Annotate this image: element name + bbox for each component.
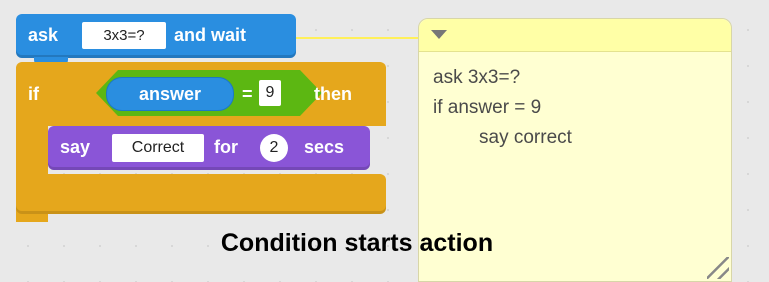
- note-line-3: say correct: [479, 127, 572, 148]
- say-message-text: Correct: [131, 139, 185, 156]
- caption-text: Condition starts action: [220, 229, 494, 257]
- compare-value-text: 9: [265, 84, 275, 101]
- for-label: for: [214, 137, 238, 157]
- and-wait-label: and wait: [174, 25, 247, 45]
- secs-label: secs: [304, 137, 345, 157]
- ask-question-text: 3x3=?: [103, 27, 145, 44]
- ask-label: ask: [28, 25, 59, 45]
- if-block-footer: [16, 174, 386, 214]
- comment-note-header[interactable]: [419, 19, 731, 52]
- seconds-text: 2: [269, 139, 279, 156]
- say-for-secs-block[interactable]: say Correct for 2 secs: [48, 126, 370, 170]
- note-connector-line: [296, 37, 420, 39]
- note-line-1: ask 3x3=?: [433, 67, 521, 88]
- then-label: then: [314, 84, 352, 104]
- triangle-down-icon[interactable]: [431, 30, 447, 39]
- say-message-input[interactable]: Correct: [112, 134, 204, 162]
- if-label: if: [28, 84, 39, 104]
- ask-question-input[interactable]: 3x3=?: [82, 22, 166, 49]
- compare-value-input[interactable]: 9: [259, 80, 281, 106]
- equals-sign: =: [242, 84, 253, 104]
- answer-reporter-label: answer: [138, 83, 202, 104]
- say-label: say: [60, 137, 91, 157]
- note-line-2: if answer = 9: [433, 97, 542, 118]
- answer-reporter[interactable]: answer: [106, 77, 234, 111]
- seconds-input[interactable]: 2: [260, 134, 288, 162]
- ask-and-wait-block[interactable]: ask 3x3=? and wait: [16, 14, 296, 65]
- resize-handle-icon[interactable]: [707, 257, 729, 279]
